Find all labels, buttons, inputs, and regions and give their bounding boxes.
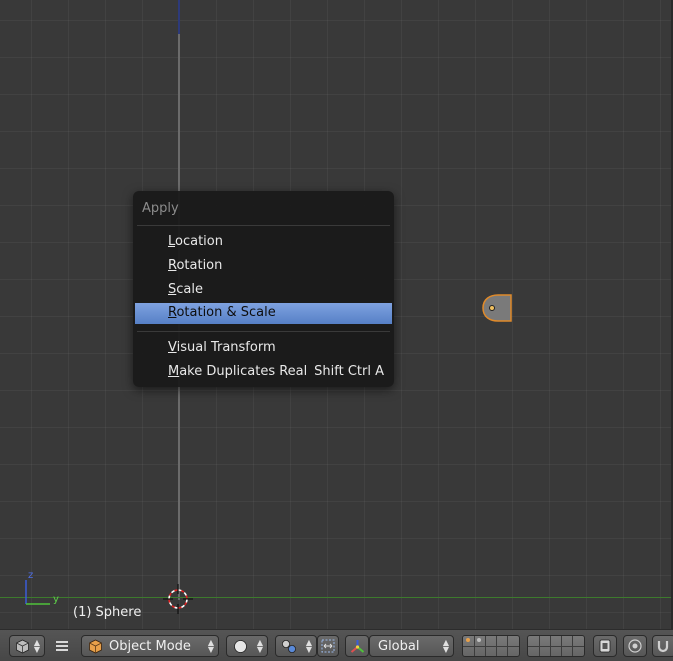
menu-item-label: Rotation & Scale: [168, 305, 276, 320]
lock-camera-button[interactable]: [593, 635, 617, 657]
menu-item-label: Scale: [168, 282, 203, 297]
selected-sphere-object[interactable]: [476, 292, 516, 324]
snap-button[interactable]: [652, 635, 673, 657]
layers-grid-1[interactable]: [462, 635, 520, 657]
editor-type-button[interactable]: ▲ ▼: [9, 635, 45, 657]
apply-popup-menu: Apply Location Rotation Scale Rotation &…: [133, 191, 394, 387]
orientation-label: Global: [378, 639, 420, 654]
active-layer-dot-icon: [466, 638, 470, 642]
pivot-point-button[interactable]: ▲ ▼: [275, 635, 317, 657]
solid-sphere-icon: [234, 640, 247, 653]
menu-separator: [137, 331, 390, 332]
menu-hamburger-icon[interactable]: [55, 639, 69, 653]
menu-item-label: Location: [168, 234, 223, 249]
layers-grid-2[interactable]: [527, 635, 585, 657]
updown-arrows-icon: ▲ ▼: [256, 638, 263, 654]
transform-orientation-dropdown[interactable]: Global ▲ ▼: [369, 635, 454, 657]
proportional-editing-icon: [628, 639, 642, 653]
updown-arrows-icon: ▲ ▼: [33, 638, 40, 654]
menu-item-scale[interactable]: Scale: [135, 280, 392, 301]
transform-manipulator-button[interactable]: [345, 635, 369, 657]
mode-label: Object Mode: [109, 639, 191, 654]
menu-item-shortcut: Shift Ctrl A: [314, 364, 384, 379]
viewport-shading-button[interactable]: ▲ ▼: [226, 635, 268, 657]
transform-toggle-button[interactable]: [317, 635, 339, 657]
menu-item-location[interactable]: Location: [135, 232, 392, 253]
updown-arrows-icon: ▲ ▼: [207, 638, 214, 654]
3d-cursor-icon[interactable]: [163, 584, 193, 614]
axis-gizmo-icon: z y: [25, 570, 59, 605]
gizmo-y-label: y: [53, 594, 59, 605]
updown-arrows-icon: ▲ ▼: [305, 638, 312, 654]
gizmo-z-label: z: [28, 570, 33, 581]
menu-item-rotation-and-scale[interactable]: Rotation & Scale: [135, 303, 392, 324]
active-object-label: (1) Sphere: [73, 605, 142, 620]
menu-item-label: Make Duplicates Real: [168, 364, 308, 379]
clipboard-layers-icon: [599, 639, 611, 653]
z-axis-line: [178, 0, 180, 34]
menu-item-label: Visual Transform: [168, 340, 276, 355]
object-mode-icon: [89, 639, 102, 654]
proportional-editing-button[interactable]: [623, 635, 647, 657]
menu-item-visual-transform[interactable]: Visual Transform: [135, 338, 392, 359]
updown-arrows-icon: ▲ ▼: [442, 638, 449, 654]
pivot-point-icon: [282, 640, 296, 653]
transform-manipulator-icon: [350, 640, 365, 653]
menu-item-make-duplicates-real[interactable]: Make Duplicates Real Shift Ctrl A: [135, 362, 392, 383]
layer-object-dot-icon: [477, 638, 481, 642]
manipulator-toggle-icon: [321, 639, 335, 653]
x-axis-line: [0, 597, 673, 598]
cube-editor-icon: [16, 639, 29, 654]
mode-dropdown[interactable]: Object Mode ▲ ▼: [81, 635, 219, 657]
menu-item-label: Rotation: [168, 258, 223, 273]
menu-title-separator: [137, 225, 390, 226]
viewport-header: ▲ ▼ Object Mode ▲ ▼ ▲ ▼ ▲ ▼ Global ▲ ▼: [0, 629, 673, 661]
magnet-snap-icon: [657, 641, 669, 653]
menu-title: Apply: [142, 201, 179, 216]
menu-item-rotation[interactable]: Rotation: [135, 256, 392, 277]
